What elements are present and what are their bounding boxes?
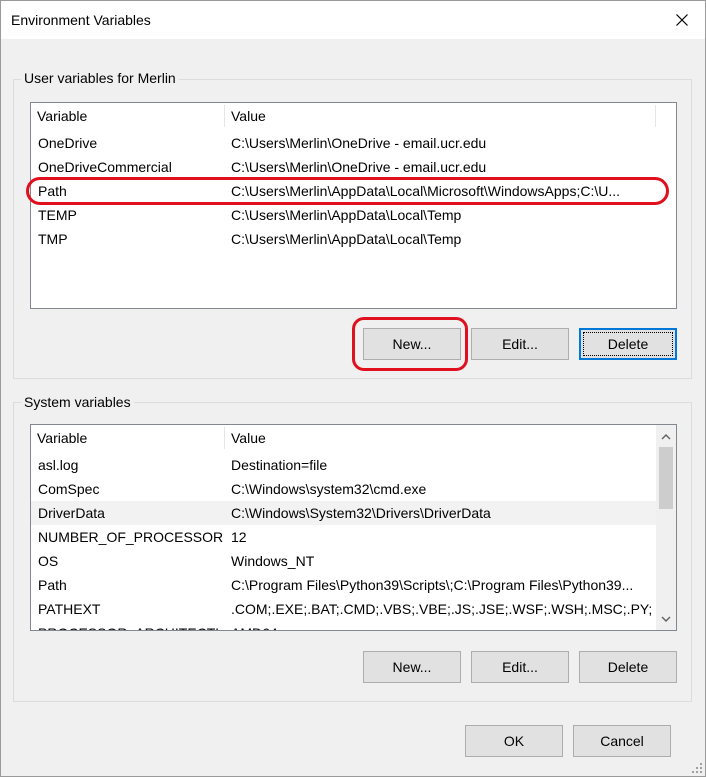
row-value: C:\Users\Merlin\OneDrive - email.ucr.edu	[231, 135, 487, 151]
window-title: Environment Variables	[11, 12, 151, 28]
system-row-processor-architecture[interactable]: PROCESSOR_ARCHITECTU... AMD64	[31, 621, 656, 630]
system-list-header: Variable Value	[31, 425, 676, 451]
system-variables-label: System variables	[21, 394, 134, 410]
user-edit-button[interactable]: Edit...	[471, 328, 569, 360]
row-variable: PROCESSOR_ARCHITECTU...	[38, 621, 223, 630]
row-variable: PATHEXT	[38, 601, 101, 617]
row-variable: OneDriveCommercial	[38, 159, 172, 175]
row-value: Windows_NT	[231, 553, 315, 569]
system-header-variable[interactable]: Variable	[31, 425, 225, 451]
user-row-tmp[interactable]: TMP C:\Users\Merlin\AppData\Local\Temp	[31, 227, 655, 251]
row-variable: Path	[38, 577, 67, 593]
row-variable: DriverData	[38, 505, 105, 521]
cancel-label: Cancel	[600, 733, 644, 749]
system-list-scrollbar[interactable]	[656, 425, 676, 630]
system-header-value[interactable]: Value	[225, 425, 655, 451]
system-row-number-of-processors[interactable]: NUMBER_OF_PROCESSORS 12	[31, 525, 656, 549]
user-header-value[interactable]: Value	[225, 103, 655, 129]
title-bar[interactable]: Environment Variables	[1, 1, 705, 39]
user-edit-label: Edit...	[502, 336, 538, 352]
system-row-path[interactable]: Path C:\Program Files\Python39\Scripts\;…	[31, 573, 656, 597]
row-value: C:\Windows\System32\Drivers\DriverData	[231, 505, 491, 521]
row-value: Destination=file	[231, 457, 328, 473]
row-variable: OS	[38, 553, 59, 569]
row-value: AMD64	[231, 621, 653, 630]
system-row-pathext[interactable]: PATHEXT .COM;.EXE;.BAT;.CMD;.VBS;.VBE;.J…	[31, 597, 656, 621]
system-row-asl-log[interactable]: asl.log Destination=file	[31, 453, 656, 477]
resize-grip-icon[interactable]	[691, 762, 703, 774]
system-edit-label: Edit...	[502, 659, 538, 675]
user-variables-label: User variables for Merlin	[21, 70, 179, 86]
new-button-annotation	[352, 317, 468, 371]
row-value: C:\Windows\system32\cmd.exe	[231, 481, 427, 497]
system-new-label: New...	[392, 659, 432, 675]
system-row-os[interactable]: OS Windows_NT	[31, 549, 656, 573]
close-icon	[676, 14, 688, 26]
user-delete-label: Delete	[607, 336, 649, 352]
row-variable: NUMBER_OF_PROCESSORS	[38, 529, 223, 545]
cancel-button[interactable]: Cancel	[573, 725, 671, 757]
system-row-driverdata[interactable]: DriverData C:\Windows\System32\Drivers\D…	[31, 501, 656, 525]
scroll-up-icon[interactable]	[656, 427, 676, 447]
user-row-temp[interactable]: TEMP C:\Users\Merlin\AppData\Local\Temp	[31, 203, 655, 227]
header-divider[interactable]	[655, 105, 656, 127]
user-list-header: Variable Value	[31, 103, 676, 129]
system-row-comspec[interactable]: ComSpec C:\Windows\system32\cmd.exe	[31, 477, 656, 501]
path-row-annotation	[26, 177, 669, 205]
row-variable: TEMP	[38, 207, 77, 223]
row-value: 12	[231, 529, 247, 545]
row-value: C:\Users\Merlin\OneDrive - email.ucr.edu	[231, 159, 487, 175]
environment-variables-dialog: Environment Variables User variables for…	[0, 0, 706, 777]
user-variables-list[interactable]: Variable Value OneDrive C:\Users\Merlin\…	[30, 102, 677, 309]
system-delete-label: Delete	[607, 659, 649, 675]
row-value: C:\Users\Merlin\AppData\Local\Temp	[231, 207, 462, 223]
row-variable: OneDrive	[38, 135, 98, 151]
scrollbar-thumb[interactable]	[659, 447, 673, 509]
ok-button[interactable]: OK	[465, 725, 563, 757]
scroll-down-icon[interactable]	[656, 609, 676, 629]
system-edit-button[interactable]: Edit...	[471, 651, 569, 683]
row-variable: TMP	[38, 231, 68, 247]
system-delete-button[interactable]: Delete	[579, 651, 677, 683]
row-value: .COM;.EXE;.BAT;.CMD;.VBS;.VBE;.JS;.JSE;.…	[231, 601, 653, 617]
row-variable: ComSpec	[38, 481, 100, 497]
close-button[interactable]	[659, 1, 705, 39]
ok-label: OK	[503, 733, 525, 749]
row-value: C:\Users\Merlin\AppData\Local\Temp	[231, 231, 462, 247]
user-row-onedrivecommercial[interactable]: OneDriveCommercial C:\Users\Merlin\OneDr…	[31, 155, 655, 179]
row-value: C:\Program Files\Python39\Scripts\;C:\Pr…	[231, 577, 634, 593]
system-new-button[interactable]: New...	[363, 651, 461, 683]
user-delete-button[interactable]: Delete	[579, 328, 677, 360]
row-variable: asl.log	[38, 457, 79, 473]
system-variables-list[interactable]: Variable Value asl.log Destination=file …	[30, 424, 677, 631]
user-row-onedrive[interactable]: OneDrive C:\Users\Merlin\OneDrive - emai…	[31, 131, 655, 155]
user-header-variable[interactable]: Variable	[31, 103, 225, 129]
